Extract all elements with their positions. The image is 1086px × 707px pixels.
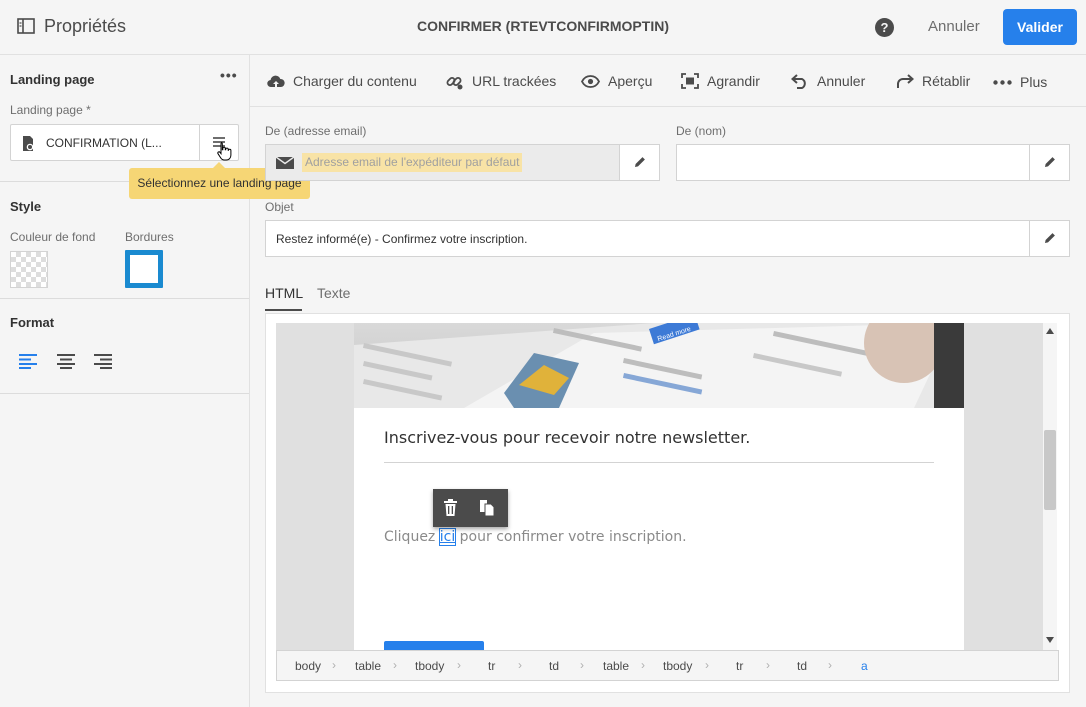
landing-page-field-label: Landing page * — [10, 103, 91, 117]
style-heading: Style — [10, 199, 42, 214]
divider — [384, 462, 934, 463]
landing-page-field[interactable]: CONFIRMATION (L... — [10, 124, 239, 161]
border-label: Bordures — [125, 230, 174, 244]
format-heading: Format — [10, 315, 55, 330]
validate-button[interactable]: Valider — [1003, 9, 1077, 45]
body-text-before: Cliquez — [384, 529, 440, 545]
select-landing-page-button[interactable] — [199, 125, 239, 161]
background-color-label: Couleur de fond — [10, 230, 96, 244]
tracked-urls-label: URL trackées — [472, 73, 557, 89]
expand-label: Agrandir — [707, 73, 760, 89]
breadcrumb-separator: › — [580, 658, 584, 672]
cancel-button[interactable]: Annuler — [920, 12, 988, 42]
landing-page-section: Landing page ••• Landing page * CONFIRMA… — [0, 55, 310, 199]
subject-field[interactable]: Restez informé(e) - Confirmez votre insc… — [265, 220, 1070, 257]
cta-button[interactable] — [384, 641, 484, 650]
tab-text[interactable]: Texte — [317, 285, 350, 301]
upload-content-button[interactable]: Charger du contenu — [267, 71, 417, 91]
panel-title: Propriétés — [44, 16, 127, 36]
align-right-icon[interactable] — [94, 353, 114, 373]
breadcrumb-item[interactable]: td — [797, 659, 807, 673]
breadcrumb-item[interactable]: body — [295, 659, 321, 673]
tab-html[interactable]: HTML — [265, 285, 303, 301]
breadcrumb-item[interactable]: td — [549, 659, 559, 673]
undo-label: Annuler — [817, 73, 866, 89]
email-heading[interactable]: Inscrivez-vous pour recevoir notre newsl… — [384, 428, 750, 447]
email-canvas[interactable]: Read more Inscrivez-vous pour recevoir n… — [276, 323, 1043, 650]
eye-icon — [581, 74, 608, 88]
tracked-urls-button[interactable]: URL trackées — [445, 71, 556, 91]
properties-sidebar: Landing page ••• Landing page * CONFIRMA… — [0, 55, 310, 707]
redo-label: Rétablir — [922, 73, 971, 89]
align-center-icon[interactable] — [57, 353, 77, 373]
edit-from-name-button[interactable] — [1029, 145, 1069, 180]
from-name-field[interactable] — [676, 144, 1070, 181]
from-email-label: De (adresse email) — [265, 124, 367, 138]
editor-toolbar: Charger du contenu URL trackées Aperçu A… — [250, 55, 1086, 107]
preview-label: Aperçu — [608, 73, 653, 89]
hero-image: Read more — [354, 323, 964, 408]
panel-toggle-icon[interactable] — [17, 18, 35, 34]
more-label: Plus — [1020, 74, 1048, 90]
cloud-upload-icon — [267, 74, 293, 89]
subject-value: Restez informé(e) - Confirmez votre insc… — [276, 232, 528, 246]
breadcrumb-separator: › — [332, 658, 336, 672]
background-color-swatch[interactable] — [10, 251, 48, 288]
scroll-thumb[interactable] — [1044, 430, 1056, 510]
help-icon[interactable]: ? — [875, 18, 894, 37]
from-name-label: De (nom) — [676, 124, 727, 138]
from-email-field[interactable]: Adresse email de l'expéditeur par défaut — [265, 144, 660, 181]
breadcrumb-item-active[interactable]: a — [861, 659, 868, 673]
breadcrumb-item[interactable]: table — [603, 659, 629, 673]
landing-page-value: CONFIRMATION (L... — [46, 136, 162, 150]
preview-button[interactable]: Aperçu — [581, 71, 652, 91]
undo-button[interactable]: Annuler — [791, 71, 865, 91]
link-icon — [445, 72, 472, 91]
breadcrumb-separator: › — [641, 658, 645, 672]
from-email-placeholder: Adresse email de l'expéditeur par défaut — [302, 153, 523, 172]
breadcrumb-item[interactable]: tr — [488, 659, 495, 673]
subject-label: Objet — [265, 200, 294, 214]
confirm-link[interactable]: ici — [438, 528, 457, 546]
envelope-icon — [276, 157, 294, 169]
undo-icon — [791, 73, 817, 89]
breadcrumb-separator: › — [828, 658, 832, 672]
more-icon — [993, 79, 1020, 85]
breadcrumb-separator: › — [766, 658, 770, 672]
duplicate-icon[interactable] — [479, 499, 495, 517]
edit-from-email-button[interactable] — [619, 145, 659, 180]
format-section: Format — [0, 299, 249, 394]
breadcrumb-item[interactable]: tr — [736, 659, 743, 673]
active-tab-indicator — [265, 309, 302, 311]
breadcrumb-separator: › — [393, 658, 397, 672]
body-text-after: pour confirmer votre inscription. — [455, 529, 687, 545]
edit-subject-button[interactable] — [1029, 221, 1069, 256]
top-bar: Propriétés CONFIRMER (RTEVTCONFIRMOPTIN)… — [0, 0, 1086, 55]
breadcrumb-item[interactable]: tbody — [415, 659, 444, 673]
redo-button[interactable]: Rétablir — [896, 71, 970, 91]
breadcrumb-item[interactable]: tbody — [663, 659, 692, 673]
element-mini-toolbar — [433, 489, 508, 527]
email-body[interactable]: Read more Inscrivez-vous pour recevoir n… — [354, 323, 964, 650]
more-options-icon[interactable]: ••• — [220, 67, 238, 83]
border-color-swatch[interactable] — [125, 250, 163, 288]
trash-icon[interactable] — [443, 499, 458, 516]
element-breadcrumb: body › table › tbody › tr › td › table ›… — [276, 650, 1059, 681]
email-body-text[interactable]: Cliquez ici pour confirmer votre inscrip… — [384, 528, 687, 546]
breadcrumb-separator: › — [457, 658, 461, 672]
scroll-up-icon[interactable] — [1046, 328, 1054, 334]
breadcrumb-item[interactable]: table — [355, 659, 381, 673]
more-button[interactable]: Plus — [993, 72, 1047, 92]
expand-icon — [681, 73, 707, 89]
redo-icon — [896, 73, 922, 89]
upload-content-label: Charger du contenu — [293, 73, 417, 89]
hand-cursor-icon — [216, 141, 232, 161]
landing-page-doc-icon — [21, 135, 35, 152]
breadcrumb-separator: › — [518, 658, 522, 672]
align-left-icon[interactable] — [19, 353, 39, 373]
breadcrumb-separator: › — [705, 658, 709, 672]
expand-button[interactable]: Agrandir — [681, 71, 760, 91]
scroll-down-icon[interactable] — [1046, 637, 1054, 643]
landing-page-heading: Landing page — [10, 72, 95, 87]
